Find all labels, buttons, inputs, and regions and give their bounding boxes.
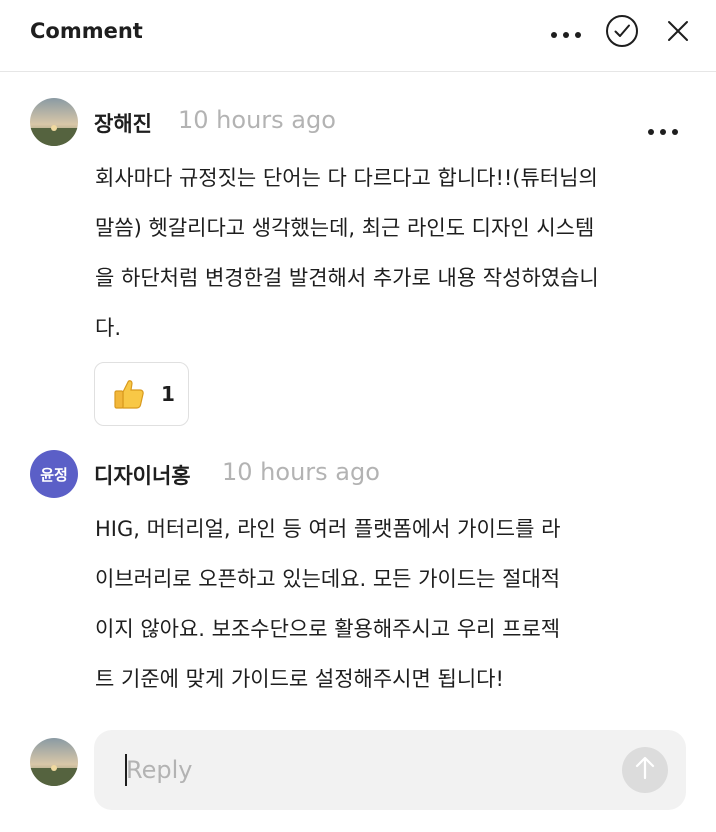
thumbs-up-icon: [111, 376, 147, 412]
avatar: [30, 98, 78, 146]
comment-timestamp: 10 hours ago: [178, 106, 336, 134]
comment-line: HIG, 머터리얼, 라인 등 여러 플랫폼에서 가이드를 라: [95, 517, 561, 541]
arrow-up-icon: [634, 756, 656, 784]
comment-author: 장해진: [94, 112, 152, 136]
avatar: [30, 738, 78, 786]
send-button[interactable]: [622, 747, 668, 793]
reply-box: [94, 730, 686, 810]
more-options-button[interactable]: [544, 13, 588, 53]
comment-line: 말씀) 헷갈리다고 생각했는데, 최근 라인도 디자인 시스템: [95, 216, 595, 240]
reply-input[interactable]: [126, 752, 606, 788]
resolve-button[interactable]: [600, 13, 644, 53]
comment-body: 회사마다 규정짓는 단어는 다 다르다고 합니다!!(튜터님의 말씀) 헷갈리다…: [95, 153, 695, 353]
check-circle-icon: [605, 14, 639, 52]
comment-more-button[interactable]: [638, 112, 688, 148]
comment-line: 다.: [95, 316, 121, 340]
close-icon: [666, 19, 690, 47]
avatar: 윤정: [30, 450, 78, 498]
panel-title: Comment: [30, 19, 143, 43]
reaction-count: 1: [161, 382, 175, 406]
comment-line: 트 기준에 맞게 가이드로 설정해주시면 됩니다!: [95, 667, 504, 691]
comment-line: 이브러리로 오픈하고 있는데요. 모든 가이드는 절대적: [95, 567, 561, 591]
comment-line: 을 하단처럼 변경한걸 발견해서 추가로 내용 작성하였습니: [95, 266, 599, 290]
comment-timestamp: 10 hours ago: [222, 458, 380, 486]
comment-panel-header: Comment: [0, 0, 716, 72]
comment-line: 회사마다 규정짓는 단어는 다 다르다고 합니다!!(튜터님의: [95, 166, 598, 190]
more-horizontal-icon: [550, 24, 582, 43]
reaction-button[interactable]: 1: [94, 362, 189, 426]
comment-author: 디자이너홍: [94, 464, 191, 488]
comment-body: HIG, 머터리얼, 라인 등 여러 플랫폼에서 가이드를 라 이브러리로 오픈…: [95, 504, 695, 704]
more-horizontal-icon: [647, 121, 679, 140]
comment-line: 이지 않아요. 보조수단으로 활용해주시고 우리 프로젝: [95, 617, 561, 641]
close-button[interactable]: [656, 13, 700, 53]
